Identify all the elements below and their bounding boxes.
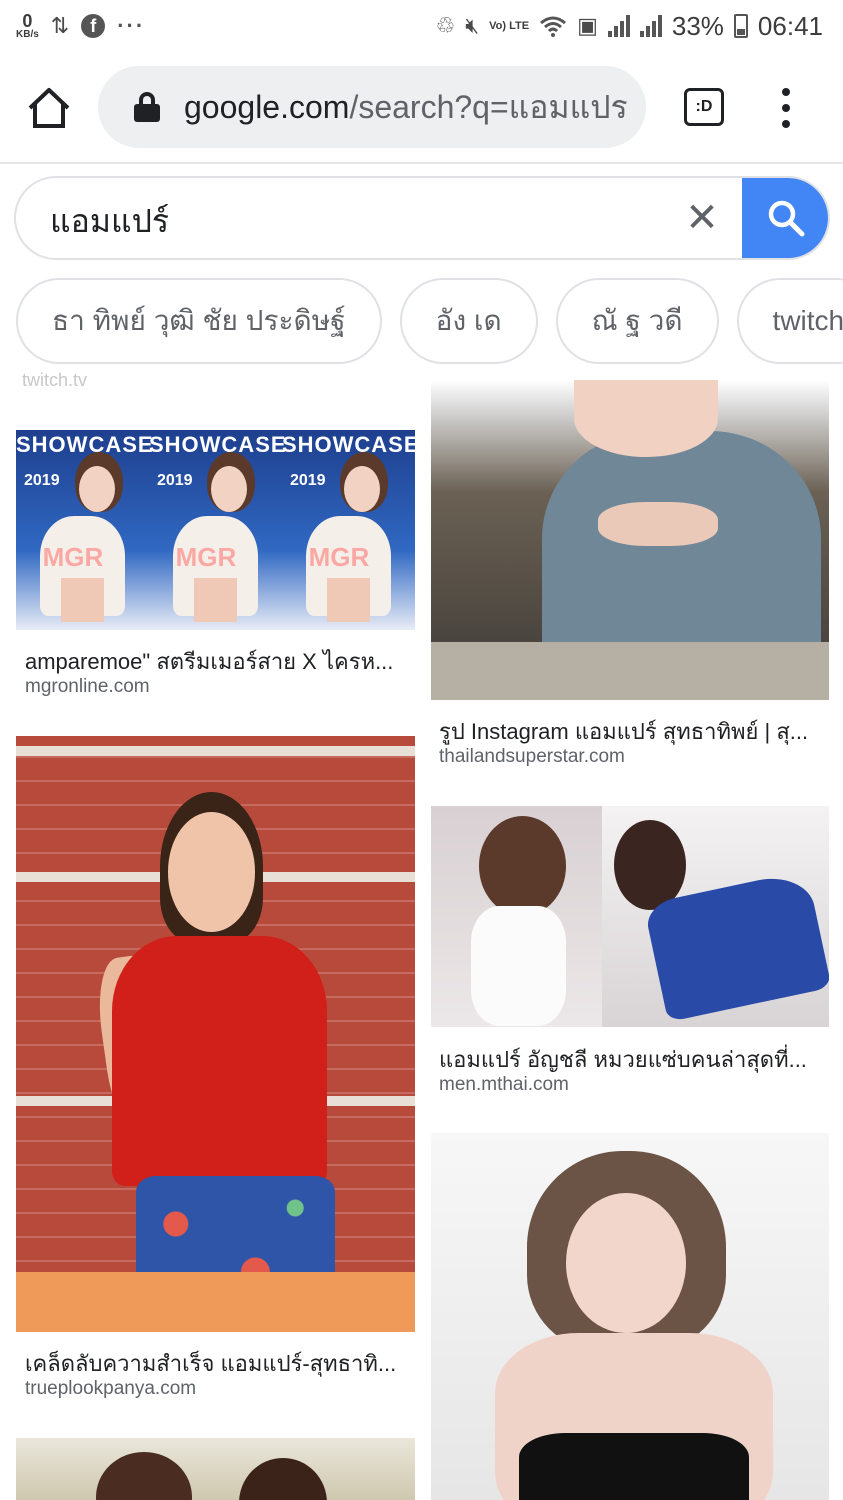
battery-icon bbox=[733, 14, 748, 38]
result-caption[interactable]: เคล็ดลับความสำเร็จ แอมแปร์-สุทธาทิ... bbox=[25, 1346, 407, 1381]
close-icon[interactable]: ✕ bbox=[680, 196, 724, 240]
address-bar[interactable]: google.com/search?q=แอมแปร bbox=[98, 66, 646, 148]
mute-icon: 🔇︎ bbox=[465, 13, 480, 38]
data-transfer-icon: ⇅ bbox=[50, 13, 70, 38]
chip-suggestion-4[interactable]: twitch bbox=[736, 278, 843, 364]
image-text: SHOWCASE bbox=[16, 432, 154, 457]
result-source: trueplookpanya.com bbox=[25, 1378, 197, 1399]
search-button[interactable] bbox=[742, 178, 828, 258]
image-result-card[interactable] bbox=[431, 1133, 829, 1500]
faded-source-label: twitch.tv bbox=[22, 370, 88, 390]
network-speed-unit: KB/s bbox=[16, 29, 39, 40]
wifi-icon bbox=[540, 16, 567, 37]
image-year-3: 2019 bbox=[289, 472, 326, 489]
image-logo-3: MGR bbox=[308, 542, 370, 572]
image-text-3: SHOWCASE bbox=[281, 432, 415, 457]
result-image[interactable] bbox=[431, 1133, 829, 1500]
chip-suggestion-1[interactable]: ธา ทิพย์ วุฒิ ชัย ประดิษฐ์ bbox=[16, 278, 382, 364]
result-image[interactable] bbox=[431, 380, 829, 700]
result-image[interactable] bbox=[16, 1438, 415, 1500]
chip-suggestion-3[interactable]: ณั ฐ วดี bbox=[555, 278, 719, 364]
result-image[interactable]: SHOWCASE 2019 MGR SHOWCASE 2019 MGR SHOWCASE… bbox=[16, 430, 415, 630]
image-year-2: 2019 bbox=[156, 472, 193, 489]
more-notifications-icon: ··· bbox=[117, 13, 146, 38]
status-bar: 0 KB/s ⇅ f ··· ♲ 🔇︎ Vo) LTE ▣ 33% 06:41 bbox=[0, 0, 843, 52]
search-input[interactable]: แอมแปร์ ✕ bbox=[14, 176, 830, 260]
lock-icon bbox=[134, 92, 160, 122]
facebook-icon: f bbox=[81, 14, 106, 38]
suggestion-chips: ธา ทิพย์ วุฒิ ชัย ประดิษฐ์ อัง เด ณั ฐ ว… bbox=[16, 278, 843, 364]
result-caption[interactable]: แอมแปร์ อัญชลี หมวยแซ่บคนล่าสุดที่... bbox=[439, 1042, 821, 1077]
signal-icon-2 bbox=[639, 15, 662, 37]
result-source: thailandsuperstar.com bbox=[439, 746, 625, 767]
image-result-card[interactable] bbox=[16, 1438, 415, 1500]
tab-switcher-icon[interactable]: :D bbox=[684, 88, 724, 126]
search-icon bbox=[768, 200, 805, 237]
nfc-icon: ♲ bbox=[435, 13, 456, 38]
url-path: /search?q=แอมแปร bbox=[349, 88, 628, 125]
image-result-card[interactable]: แอมแปร์ อัญชลี หมวยแซ่บคนล่าสุดที่... me… bbox=[431, 806, 829, 1106]
network-speed: 0 KB/s bbox=[16, 12, 39, 40]
image-result-card[interactable]: SHOWCASE 2019 MGR SHOWCASE 2019 MGR SHOWCASE… bbox=[16, 430, 415, 710]
browser-toolbar: google.com/search?q=แอมแปร :D bbox=[0, 52, 843, 164]
more-vert-icon[interactable] bbox=[778, 88, 794, 128]
signal-icon bbox=[607, 15, 630, 37]
sim-icon: ▣ bbox=[577, 13, 598, 38]
url-text[interactable]: google.com/search?q=แอมแปร bbox=[184, 82, 628, 133]
image-result-card[interactable]: รูป Instagram แอมแปร์ สุทธาทิพย์ | สุ...… bbox=[431, 380, 829, 780]
result-caption[interactable]: รูป Instagram แอมแปร์ สุทธาทิพย์ | สุ... bbox=[439, 714, 821, 749]
image-logo: MGR bbox=[42, 542, 104, 572]
result-source: men.mthai.com bbox=[439, 1074, 569, 1095]
battery-percent: 33% bbox=[671, 10, 724, 41]
result-image[interactable] bbox=[431, 806, 829, 1027]
result-image[interactable] bbox=[16, 736, 415, 1332]
network-speed-value: 0 bbox=[22, 11, 33, 31]
image-logo-2: MGR bbox=[175, 542, 237, 572]
home-icon[interactable] bbox=[26, 86, 72, 130]
image-result-card[interactable]: เคล็ดลับความสำเร็จ แอมแปร์-สุทธาทิ... tr… bbox=[16, 736, 415, 1416]
image-year: 2019 bbox=[24, 472, 60, 489]
image-text-2: SHOWCASE bbox=[148, 432, 287, 457]
clock: 06:41 bbox=[757, 10, 823, 41]
search-query[interactable]: แอมแปร์ bbox=[50, 196, 169, 247]
result-source: mgronline.com bbox=[25, 676, 150, 697]
result-caption[interactable]: amparemoe" สตรีมเมอร์สาย X ไครห... bbox=[25, 644, 407, 679]
url-host: google.com bbox=[184, 88, 350, 125]
chip-suggestion-2[interactable]: อัง เด bbox=[399, 278, 538, 364]
volte-icon: Vo) LTE bbox=[489, 19, 530, 32]
